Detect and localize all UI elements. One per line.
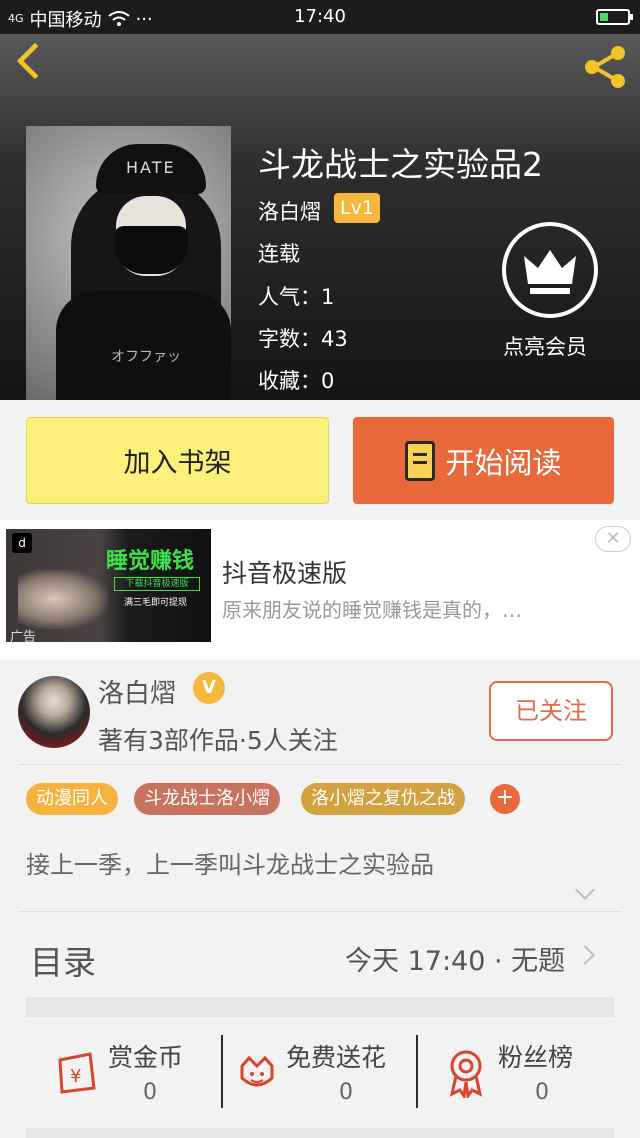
divider [18, 764, 622, 765]
toc-label[interactable]: 目录 [30, 936, 96, 984]
close-icon[interactable]: ✕ [595, 526, 631, 552]
ad-mark: 广告 [10, 630, 37, 642]
ad-image[interactable]: d 睡觉赚钱 下载抖音极速版 满三毛即可提现 广告 [6, 529, 211, 642]
chevron-right-icon[interactable] [575, 945, 595, 965]
divider [221, 1035, 223, 1108]
reward-coins-count: 0 [143, 1080, 157, 1105]
tag-revenge-war[interactable]: 洛小熠之复仇之战 [301, 783, 465, 815]
ad-image-sub1: 下载抖音极速版 [114, 577, 200, 591]
send-flower-count: 0 [339, 1080, 353, 1105]
ad-banner[interactable]: d 睡觉赚钱 下载抖音极速版 满三毛即可提现 广告 抖音极速版 原来朋友说的睡觉… [0, 520, 640, 660]
tag-anime-fanfic[interactable]: 动漫同人 [26, 783, 118, 815]
start-reading-label: 开始阅读 [445, 445, 562, 480]
author-stats: 著有3部作品·5人关注 [98, 726, 338, 755]
fan-ranking-button[interactable]: 粉丝榜 0 [440, 1030, 600, 1115]
chevron-down-icon[interactable] [575, 880, 595, 900]
send-flower-button[interactable]: 免费送花 0 [232, 1030, 412, 1115]
tag-dragon-warrior[interactable]: 斗龙战士洛小熠 [134, 783, 280, 815]
share-icon[interactable] [580, 42, 630, 92]
level-badge: Lv1 [334, 193, 380, 223]
ad-title[interactable]: 抖音极速版 [222, 554, 347, 590]
medal-icon [449, 1050, 483, 1098]
red-envelope-icon: ¥ [58, 1052, 96, 1094]
popularity-count: 人气：1 [258, 285, 335, 309]
fan-ranking-label: 粉丝榜 [498, 1043, 574, 1072]
synopsis: 接上一季，上一季叫斗龙战士之实验品 [26, 851, 434, 879]
crown-icon[interactable] [502, 222, 598, 318]
author-name[interactable]: 洛白熠 [98, 673, 176, 710]
ad-image-sub2: 满三毛即可提现 [124, 598, 188, 608]
divider [416, 1035, 418, 1108]
verified-icon: V [193, 672, 225, 704]
book-icon [405, 440, 436, 481]
send-flower-label: 免费送花 [286, 1043, 387, 1072]
add-tag-button[interactable]: + [490, 784, 520, 814]
add-to-shelf-button[interactable]: 加入书架 [26, 417, 329, 504]
flower-icon [240, 1055, 274, 1087]
status-bar: 4G 中国移动 ··· 17:40 [0, 0, 640, 34]
book-title: 斗龙战士之实验品2 [258, 145, 543, 184]
douyin-logo-icon: d [12, 533, 32, 553]
divider [18, 911, 622, 912]
favorites-count: 收藏：0 [258, 369, 335, 393]
reward-coins-button[interactable]: ¥ 赏金币 0 [50, 1030, 220, 1115]
follow-button[interactable]: 已关注 [489, 681, 613, 741]
reward-coins-label: 赏金币 [108, 1043, 184, 1072]
book-author[interactable]: 洛白熠 [258, 196, 321, 226]
start-reading-button[interactable]: 开始阅读 [353, 417, 614, 504]
cover-shirt-text: オフファッ [111, 349, 181, 365]
section-gap [26, 997, 614, 1017]
add-to-shelf-label: 加入书架 [123, 448, 232, 479]
word-count: 字数：43 [258, 327, 348, 351]
battery-icon [596, 9, 633, 25]
serial-status: 连载 [258, 242, 300, 266]
clock: 17:40 [294, 6, 346, 27]
latest-chapter[interactable]: 今天 17:40 · 无题 [345, 939, 565, 978]
svg-text:¥: ¥ [70, 1066, 81, 1087]
cover-cap-text: HATE [126, 158, 176, 177]
avatar[interactable] [18, 676, 90, 748]
ad-description[interactable]: 原来朋友说的睡觉赚钱是真的，… [222, 594, 522, 623]
vip-label[interactable]: 点亮会员 [503, 331, 587, 361]
ad-image-headline: 睡觉赚钱 [106, 549, 195, 574]
book-cover[interactable]: HATE オフファッ [26, 126, 231, 400]
fan-ranking-count: 0 [535, 1080, 549, 1105]
section-gap [26, 1128, 614, 1138]
